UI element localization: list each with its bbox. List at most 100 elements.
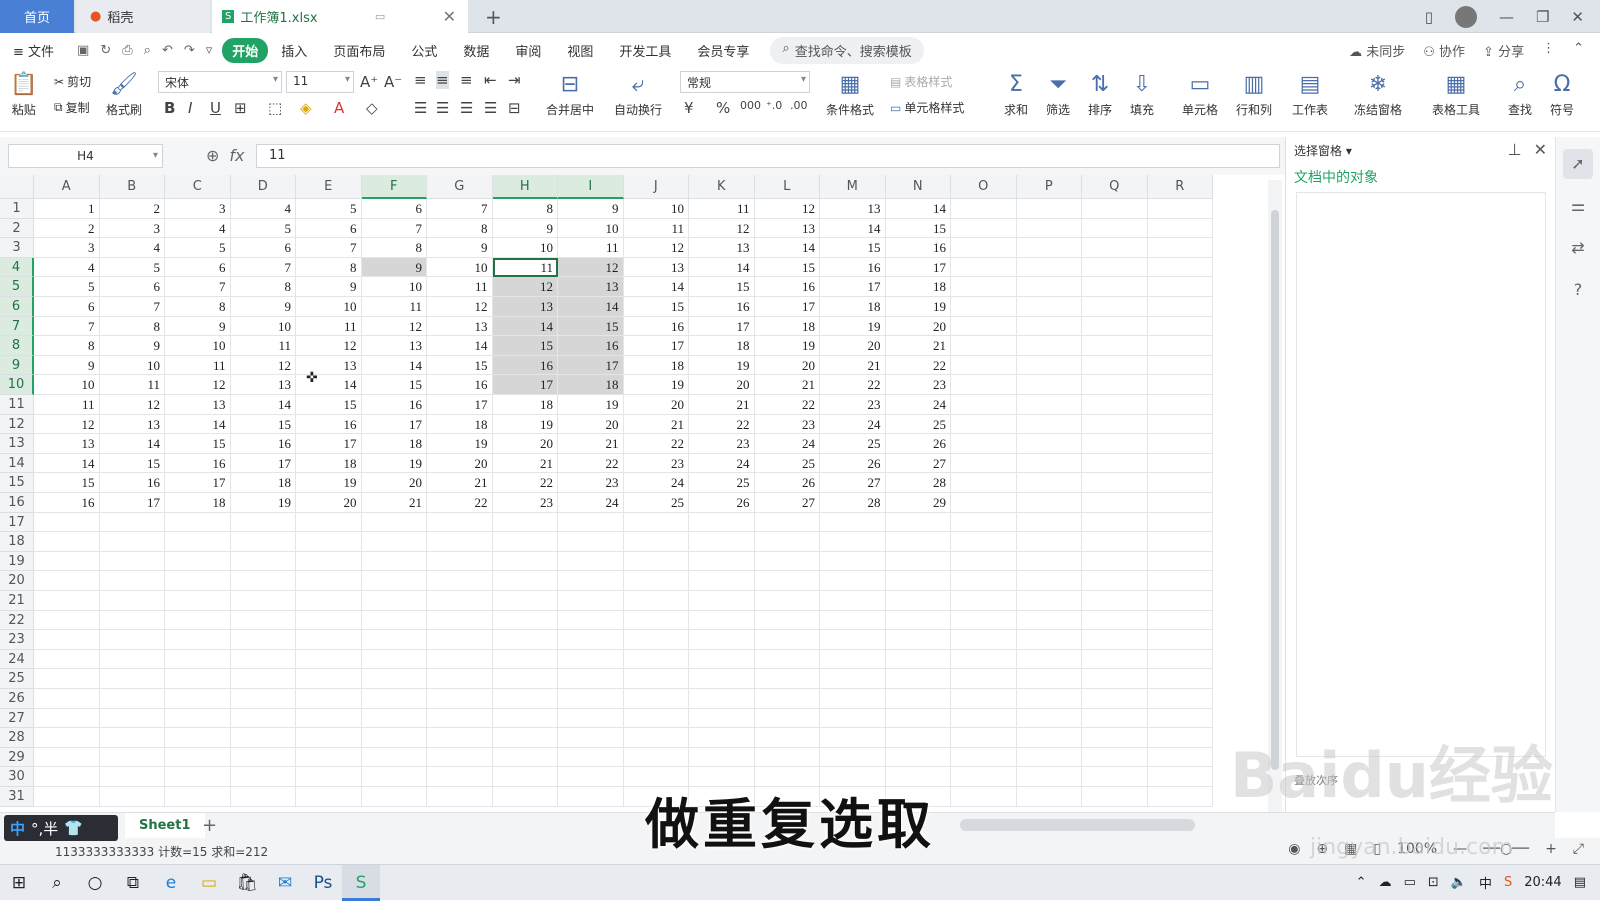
cell-i15[interactable]: 23 bbox=[558, 473, 624, 493]
column-header-h[interactable]: H bbox=[492, 175, 558, 199]
cell-p15[interactable] bbox=[1016, 473, 1082, 493]
cell-e3[interactable]: 7 bbox=[296, 238, 362, 258]
cell-o27[interactable] bbox=[951, 708, 1017, 729]
cell-f19[interactable] bbox=[361, 551, 427, 572]
cell-f20[interactable] bbox=[361, 571, 427, 591]
increase-font-icon[interactable]: A⁺ bbox=[360, 73, 378, 91]
cell-m7[interactable]: 19 bbox=[820, 316, 886, 337]
cell-i9[interactable]: 17 bbox=[558, 355, 624, 376]
cell-r21[interactable] bbox=[1147, 591, 1213, 611]
cell-g20[interactable] bbox=[427, 571, 493, 591]
cell-r29[interactable] bbox=[1147, 747, 1213, 768]
wrap-text-button[interactable]: ⤶ 自动换行 bbox=[614, 69, 662, 118]
cell-j27[interactable] bbox=[623, 708, 689, 729]
merge-center-button[interactable]: ⊟ 合并居中 bbox=[546, 69, 594, 118]
horizontal-scrollbar[interactable] bbox=[960, 819, 1195, 831]
cell-l13[interactable]: 24 bbox=[754, 434, 820, 454]
cell-p2[interactable] bbox=[1016, 218, 1082, 239]
cell-c21[interactable] bbox=[165, 591, 231, 611]
cell-c30[interactable] bbox=[165, 767, 231, 787]
cell-a3[interactable]: 3 bbox=[34, 238, 100, 258]
cell-q6[interactable] bbox=[1082, 297, 1148, 317]
cell-p16[interactable] bbox=[1016, 493, 1082, 513]
cell-n27[interactable] bbox=[885, 708, 951, 729]
cell-i23[interactable] bbox=[558, 630, 624, 650]
cell-a2[interactable]: 2 bbox=[34, 218, 100, 239]
cell-j21[interactable] bbox=[623, 591, 689, 611]
menu-formula[interactable]: 公式 bbox=[398, 41, 450, 60]
cell-q25[interactable] bbox=[1082, 669, 1148, 689]
row-header-9[interactable]: 9 bbox=[0, 355, 34, 376]
cell-o23[interactable] bbox=[951, 630, 1017, 650]
cell-l4[interactable]: 15 bbox=[754, 257, 820, 278]
cell-b13[interactable]: 14 bbox=[99, 434, 165, 454]
cell-e5[interactable]: 9 bbox=[296, 277, 362, 297]
network-icon[interactable]: ⊡ bbox=[1428, 875, 1439, 890]
cell-h30[interactable] bbox=[492, 767, 558, 787]
cell-b22[interactable] bbox=[99, 610, 165, 631]
cell-g11[interactable]: 17 bbox=[427, 395, 493, 415]
column-header-p[interactable]: P bbox=[1016, 175, 1082, 199]
help-icon[interactable]: ? bbox=[1563, 275, 1593, 305]
cell-m10[interactable]: 22 bbox=[820, 375, 886, 395]
cell-k3[interactable]: 13 bbox=[689, 238, 755, 258]
row-header-4[interactable]: 4 bbox=[0, 257, 34, 278]
cell-f17[interactable] bbox=[361, 512, 427, 533]
cell-i28[interactable] bbox=[558, 728, 624, 748]
cell-a16[interactable]: 16 bbox=[34, 493, 100, 513]
cell-i19[interactable] bbox=[558, 551, 624, 572]
cell-b7[interactable]: 8 bbox=[99, 316, 165, 337]
cell-h4[interactable]: 11 bbox=[492, 257, 558, 278]
cell-a1[interactable]: 1 bbox=[34, 199, 100, 219]
cell-d25[interactable] bbox=[230, 669, 296, 689]
fill-button[interactable]: ⇩ 填充 bbox=[1130, 69, 1154, 118]
close-tab-icon[interactable]: ✕ bbox=[443, 7, 456, 26]
cell-l11[interactable]: 22 bbox=[754, 395, 820, 415]
cell-q13[interactable] bbox=[1082, 434, 1148, 454]
cell-n2[interactable]: 15 bbox=[885, 218, 951, 239]
filter-button[interactable]: ⏷ 筛选 bbox=[1046, 69, 1070, 118]
cell-c13[interactable]: 15 bbox=[165, 434, 231, 454]
cell-d30[interactable] bbox=[230, 767, 296, 787]
cell-l28[interactable] bbox=[754, 728, 820, 748]
cell-m20[interactable] bbox=[820, 571, 886, 591]
cell-o10[interactable] bbox=[951, 375, 1017, 395]
cell-m28[interactable] bbox=[820, 728, 886, 748]
row-header-14[interactable]: 14 bbox=[0, 453, 34, 474]
cell-p26[interactable] bbox=[1016, 689, 1082, 709]
cell-d13[interactable]: 16 bbox=[230, 434, 296, 454]
cell-f7[interactable]: 12 bbox=[361, 316, 427, 337]
cell-r12[interactable] bbox=[1147, 414, 1213, 435]
cell-k27[interactable] bbox=[689, 708, 755, 729]
cell-r4[interactable] bbox=[1147, 257, 1213, 278]
cell-m2[interactable]: 14 bbox=[820, 218, 886, 239]
photoshop-icon[interactable]: Ps bbox=[304, 865, 342, 901]
cell-c16[interactable]: 18 bbox=[165, 493, 231, 513]
cell-j5[interactable]: 14 bbox=[623, 277, 689, 297]
cell-g4[interactable]: 10 bbox=[427, 257, 493, 278]
restore-icon[interactable]: ❐ bbox=[1536, 8, 1549, 26]
cell-c14[interactable]: 16 bbox=[165, 453, 231, 474]
cell-r16[interactable] bbox=[1147, 493, 1213, 513]
row-header-30[interactable]: 30 bbox=[0, 767, 34, 787]
cell-l25[interactable] bbox=[754, 669, 820, 689]
cell-a4[interactable]: 4 bbox=[34, 257, 100, 278]
cell-l7[interactable]: 18 bbox=[754, 316, 820, 337]
cell-h16[interactable]: 23 bbox=[492, 493, 558, 513]
cell-k28[interactable] bbox=[689, 728, 755, 748]
cell-p11[interactable] bbox=[1016, 395, 1082, 415]
row-header-2[interactable]: 2 bbox=[0, 218, 34, 239]
vertical-scrollbar[interactable] bbox=[1268, 180, 1282, 812]
cell-c25[interactable] bbox=[165, 669, 231, 689]
cell-a14[interactable]: 14 bbox=[34, 453, 100, 474]
cell-k7[interactable]: 17 bbox=[689, 316, 755, 337]
cell-h24[interactable] bbox=[492, 649, 558, 670]
cell-a9[interactable]: 9 bbox=[34, 355, 100, 376]
cell-p19[interactable] bbox=[1016, 551, 1082, 572]
cell-f28[interactable] bbox=[361, 728, 427, 748]
cell-a5[interactable]: 5 bbox=[34, 277, 100, 297]
cell-k5[interactable]: 15 bbox=[689, 277, 755, 297]
thousands-icon[interactable]: 000 bbox=[740, 99, 761, 112]
row-column-button[interactable]: ▥ 行和列 bbox=[1236, 69, 1272, 118]
cell-j23[interactable] bbox=[623, 630, 689, 650]
